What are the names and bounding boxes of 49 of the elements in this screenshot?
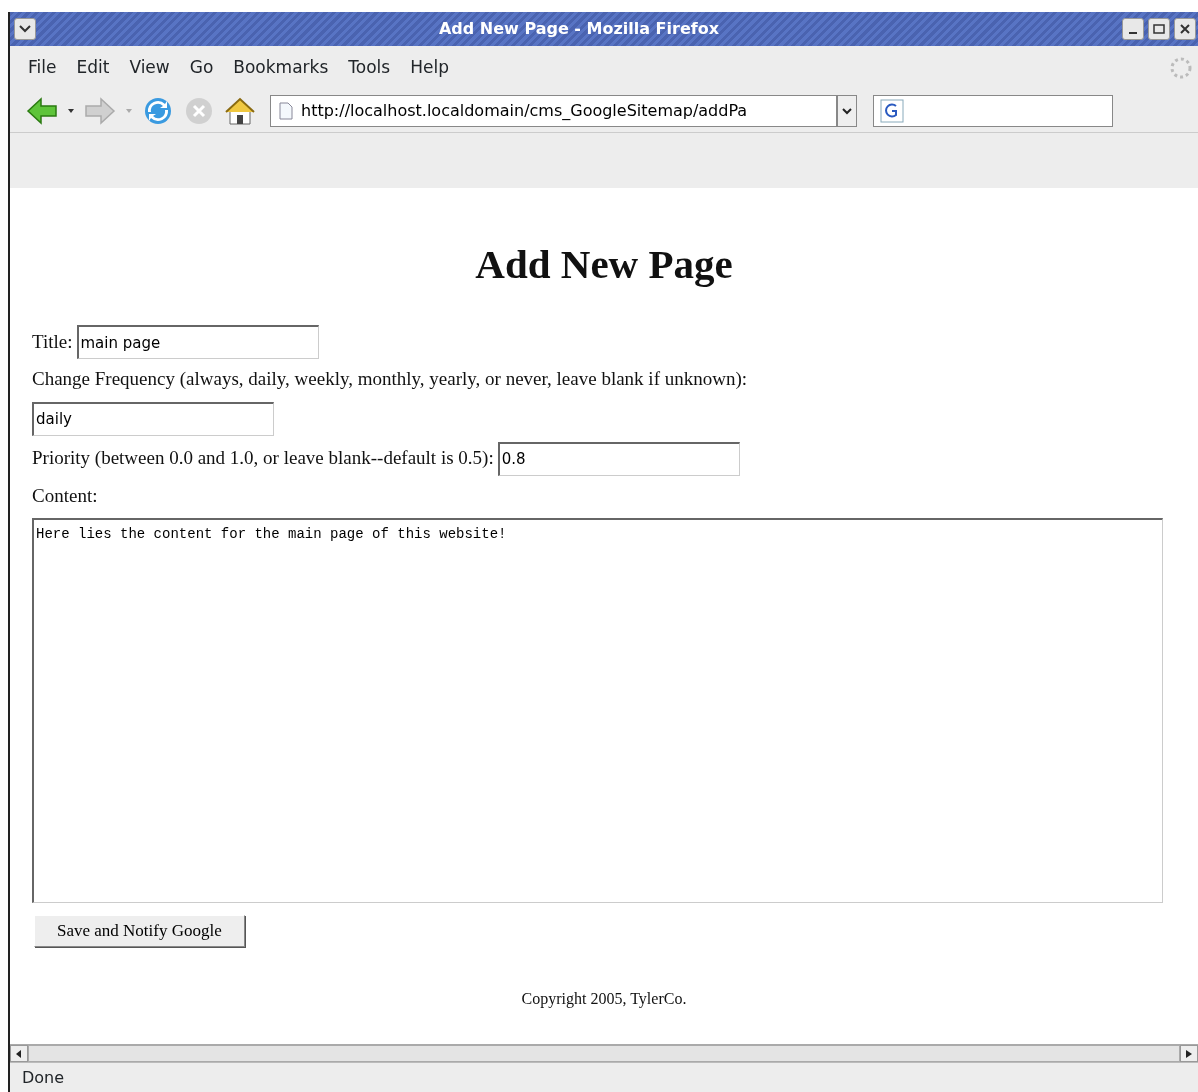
window-menu-button[interactable] xyxy=(14,18,36,40)
maximize-icon xyxy=(1153,24,1165,34)
field-label: Content: xyxy=(32,483,98,508)
field-label: Priority (between 0.0 and 1.0, or leave blank--default is 0.5): xyxy=(32,446,494,471)
address-dropdown-button[interactable] xyxy=(837,95,857,127)
history-dropdown-button[interactable] xyxy=(66,107,76,115)
caret-icon xyxy=(68,109,74,113)
save-button[interactable]: Save and Notify Google xyxy=(34,915,245,947)
copyright-text: Copyright 2005, TylerCo. xyxy=(520,988,688,1010)
maximize-button[interactable] xyxy=(1148,18,1170,40)
back-button[interactable] xyxy=(24,95,60,127)
text-field[interactable]: daily xyxy=(32,401,274,436)
minimize-button[interactable] xyxy=(1122,18,1144,40)
text-field[interactable]: 0.8 xyxy=(497,441,740,476)
field-label: Title: xyxy=(32,329,73,354)
right-arrow-icon xyxy=(1186,1049,1192,1058)
chevron-icon xyxy=(19,25,31,33)
stop-icon xyxy=(184,96,214,126)
search-engine-icon xyxy=(880,99,904,123)
caret-icon xyxy=(126,109,132,113)
menu-item[interactable]: Go xyxy=(181,53,222,83)
window-title: Add New Page - Mozilla Firefox xyxy=(437,18,721,40)
right-arrow-icon xyxy=(84,97,116,125)
home-icon xyxy=(224,95,256,127)
throbber-icon xyxy=(1168,55,1194,81)
search-field[interactable] xyxy=(873,95,1113,127)
scroll-right-button[interactable] xyxy=(1180,1045,1198,1062)
field-label: Change Frequency (always, daily, weekly, monthly, yearly, or never, leave blank if unknown): xyxy=(32,367,748,392)
minimize-icon xyxy=(1129,32,1137,34)
scrollbar-thumb[interactable] xyxy=(28,1045,1180,1062)
left-arrow-icon xyxy=(16,1049,22,1058)
left-arrow-icon xyxy=(26,97,58,125)
chevron-icon xyxy=(842,107,852,115)
content-textarea[interactable]: Here lies the content for the main page of this website! xyxy=(32,518,1163,904)
address-field[interactable]: http://localhost.localdomain/cms_GoogleSitemap/addPa xyxy=(270,95,837,127)
menu-item[interactable]: Tools xyxy=(340,53,399,83)
scroll-left-button[interactable] xyxy=(10,1045,28,1062)
reload-icon xyxy=(142,95,174,127)
page-heading: Add New Page xyxy=(474,240,734,289)
menu-item[interactable]: Help xyxy=(402,53,457,83)
text-field[interactable]: main page xyxy=(76,325,319,360)
close-button[interactable] xyxy=(1174,18,1196,40)
menu-item[interactable]: File xyxy=(20,53,65,83)
menu-item[interactable]: View xyxy=(121,53,178,83)
close-icon xyxy=(1180,24,1190,34)
menu-item[interactable]: Bookmarks xyxy=(225,53,337,83)
status-text: Done xyxy=(22,1066,65,1089)
page-icon xyxy=(279,102,293,120)
menu-item[interactable]: Edit xyxy=(68,53,118,83)
